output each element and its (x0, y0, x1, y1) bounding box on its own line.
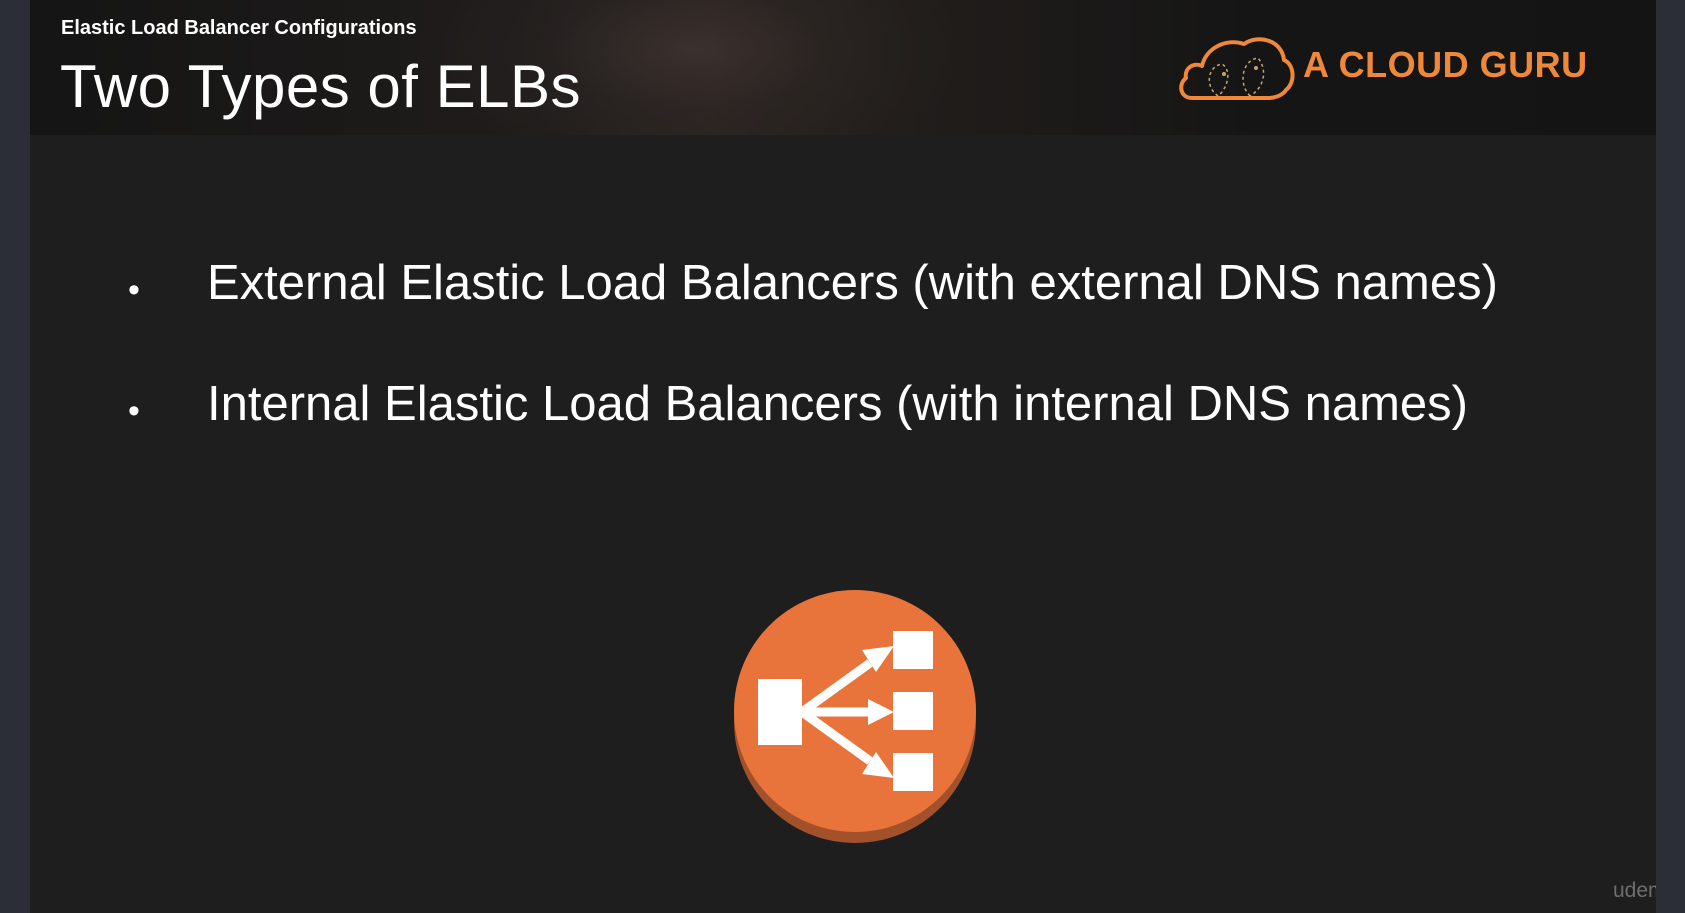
bullet-item: • External Elastic Load Balancers (with … (128, 255, 1628, 376)
slide-header: Elastic Load Balancer Configurations Two… (30, 0, 1656, 135)
presentation-slide: Elastic Load Balancer Configurations Two… (30, 0, 1656, 913)
section-label: Elastic Load Balancer Configurations (61, 17, 417, 39)
bullet-marker: • (128, 271, 140, 309)
bullet-text: Internal Elastic Load Balancers (with in… (207, 377, 1468, 431)
bullet-list: • External Elastic Load Balancers (with … (128, 255, 1628, 497)
cloud-logo-icon (1179, 37, 1295, 100)
slide-title: Two Types of ELBs (60, 53, 581, 120)
video-viewport: Elastic Load Balancer Configurations Two… (0, 0, 1685, 913)
brand-logo: A CLOUD GURU (1178, 30, 1618, 102)
udemy-watermark: udemy (1613, 879, 1656, 902)
brand-name: A CLOUD GURU (1303, 44, 1588, 85)
bullet-marker: • (128, 392, 140, 430)
bullet-item: • Internal Elastic Load Balancers (with … (128, 376, 1628, 497)
bullet-text: External Elastic Load Balancers (with ex… (207, 256, 1498, 310)
load-balancer-icon (734, 590, 976, 843)
